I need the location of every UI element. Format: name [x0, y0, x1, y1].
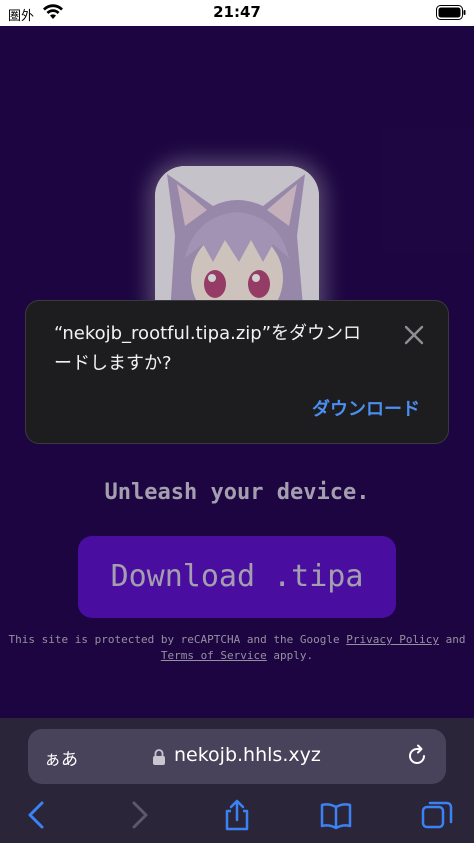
forward-icon[interactable] — [122, 798, 156, 832]
bookmarks-icon[interactable] — [319, 798, 353, 832]
close-icon[interactable] — [402, 323, 426, 347]
tagline: Unleash your device. — [104, 480, 370, 505]
recaptcha-and: and — [445, 633, 466, 646]
dialog-message: “nekojb_rootful.tipa.zip”をダウンロ ードしますか? — [54, 319, 394, 379]
reload-icon[interactable] — [404, 743, 430, 769]
share-icon[interactable] — [220, 798, 254, 832]
recaptcha-notice: This site is protected by reCAPTCHA and … — [0, 632, 474, 664]
safari-bottom-bar: ぁあ nekojb.hhls.xyz — [0, 718, 474, 843]
download-tipa-button[interactable]: Download .tipa — [78, 536, 396, 618]
tabs-icon[interactable] — [420, 798, 454, 832]
page-settings-button[interactable]: ぁあ — [44, 745, 78, 770]
clock: 21:47 — [213, 3, 261, 21]
terms-of-service-link[interactable]: Terms of Service — [161, 649, 267, 662]
download-dialog: “nekojb_rootful.tipa.zip”をダウンロ ードしますか? ダ… — [25, 300, 449, 444]
battery-icon — [436, 5, 466, 20]
recaptcha-text: This site is protected by reCAPTCHA and … — [8, 633, 340, 646]
back-icon[interactable] — [20, 798, 54, 832]
dialog-message-line2: ードしますか? — [54, 353, 172, 374]
address-bar[interactable]: ぁあ nekojb.hhls.xyz — [28, 729, 446, 784]
dialog-download-button[interactable]: ダウンロード — [312, 395, 420, 421]
lock-icon — [152, 748, 166, 766]
status-bar: 圏外 21:47 — [0, 0, 474, 26]
recaptcha-apply: apply. — [273, 649, 314, 662]
privacy-policy-link[interactable]: Privacy Policy — [346, 633, 439, 646]
dialog-message-line1: “nekojb_rootful.tipa.zip”をダウンロ — [54, 323, 362, 344]
url-text[interactable]: nekojb.hhls.xyz — [174, 744, 321, 766]
